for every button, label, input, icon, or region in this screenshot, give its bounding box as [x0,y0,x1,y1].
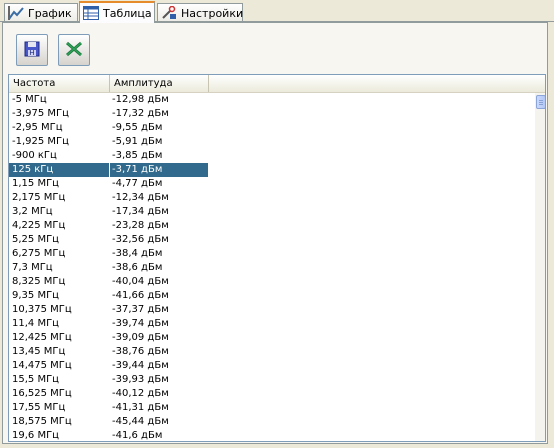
cell-amplitude: -4,77 дБм [112,178,163,189]
table-row[interactable]: 10,375 МГц -37,37 дБм [9,303,534,317]
cell-frequency: -5 МГц [12,94,47,105]
cell-amplitude: -39,93 дБм [112,374,169,385]
table-row[interactable]: 16,525 МГц -40,12 дБм [9,387,534,401]
cell-frequency: -2,95 МГц [12,122,63,133]
cell-amplitude: -17,34 дБм [112,206,169,217]
cell-frequency: 14,475 МГц [12,360,72,371]
cell-amplitude: -39,44 дБм [112,360,169,371]
settings-icon [161,5,177,20]
cell-frequency: 16,525 МГц [12,388,72,399]
cell-frequency: 8,325 МГц [12,276,66,287]
tab-settings[interactable]: Настройки [157,3,243,22]
cell-amplitude: -12,98 дБм [112,94,169,105]
cell-frequency: 2,175 МГц [12,192,66,203]
column-header-amplitude[interactable]: Амплитуда [110,75,209,92]
cell-amplitude: -3,85 дБм [112,150,163,161]
tab-table-label: Таблица [103,6,152,20]
cell-frequency: 1,15 МГц [12,178,59,189]
cell-amplitude: -32,56 дБм [112,234,169,245]
export-excel-button[interactable] [58,34,90,66]
cell-amplitude: -37,37 дБм [112,304,169,315]
cell-frequency: -1,925 МГц [12,136,69,147]
table-row[interactable]: 19,6 МГц -41,6 дБм [9,429,534,441]
cell-frequency: -3,975 МГц [12,108,69,119]
column-header-frequency[interactable]: Частота [9,75,110,92]
table-row[interactable]: -3,975 МГц -17,32 дБм [9,107,534,121]
cell-amplitude: -38,6 дБм [112,262,163,273]
cell-amplitude: -5,91 дБм [112,136,163,147]
chart-icon [8,6,24,20]
cell-amplitude: -12,34 дБм [112,192,169,203]
tab-settings-label: Настройки [181,6,244,20]
save-button[interactable]: H [16,34,48,66]
tab-bar: График Таблица Настройки [0,0,554,23]
table-row[interactable]: 9,35 МГц -41,66 дБм [9,289,534,303]
cell-amplitude: -41,6 дБм [112,430,163,441]
tab-chart[interactable]: График [4,3,78,22]
cell-frequency: 17,55 МГц [12,402,66,413]
table-row[interactable]: 7,3 МГц -38,6 дБм [9,261,534,275]
selection-divider [109,163,110,177]
data-table[interactable]: Частота Амплитуда -5 МГц -12,98 дБм -3,975… [8,74,546,442]
cell-frequency: 7,3 МГц [12,262,53,273]
vertical-scrollbar[interactable] [535,93,545,441]
table-row[interactable]: 18,575 МГц -45,44 дБм [9,415,534,429]
table-row[interactable]: 1,15 МГц -4,77 дБм [9,177,534,191]
cell-amplitude: -39,74 дБм [112,318,169,329]
table-row[interactable]: 6,275 МГц -38,4 дБм [9,247,534,261]
table-icon [83,6,99,20]
table-row[interactable]: 17,55 МГц -41,31 дБм [9,401,534,415]
cell-frequency: -900 кГц [12,150,57,161]
excel-export-icon [65,41,83,60]
cell-amplitude: -45,44 дБм [112,416,169,427]
cell-frequency: 19,6 МГц [12,430,59,441]
scrollbar-thumb[interactable] [536,95,545,109]
cell-frequency: 12,425 МГц [12,332,72,343]
table-row[interactable]: 3,2 МГц -17,34 дБм [9,205,534,219]
cell-amplitude: -17,32 дБм [112,108,169,119]
table-body: -5 МГц -12,98 дБм -3,975 МГц -17,32 дБм -2,9… [9,93,534,441]
table-row[interactable]: 11,4 МГц -39,74 дБм [9,317,534,331]
table-row[interactable]: -900 кГц -3,85 дБм [9,149,534,163]
cell-amplitude: -9,55 дБм [112,122,163,133]
table-row[interactable]: 13,45 МГц -38,76 дБм [9,345,534,359]
cell-amplitude: -39,09 дБм [112,332,169,343]
table-row[interactable]: 2,175 МГц -12,34 дБм [9,191,534,205]
cell-amplitude: -3,71 дБм [112,164,163,175]
svg-text:H: H [29,49,34,57]
table-row[interactable]: 5,25 МГц -32,56 дБм [9,233,534,247]
cell-frequency: 125 кГц [12,164,54,175]
cell-amplitude: -41,31 дБм [112,402,169,413]
cell-frequency: 6,275 МГц [12,248,66,259]
cell-amplitude: -38,76 дБм [112,346,169,357]
table-row[interactable]: 125 кГц -3,71 дБм [9,163,534,177]
table-row[interactable]: -2,95 МГц -9,55 дБм [9,121,534,135]
cell-frequency: 15,5 МГц [12,374,59,385]
table-header: Частота Амплитуда [9,75,545,93]
cell-amplitude: -23,28 дБм [112,220,169,231]
cell-frequency: 5,25 МГц [12,234,59,245]
cell-frequency: 13,45 МГц [12,346,66,357]
cell-amplitude: -41,66 дБм [112,290,169,301]
table-row[interactable]: -1,925 МГц -5,91 дБм [9,135,534,149]
cell-frequency: 9,35 МГц [12,290,59,301]
table-row[interactable]: 15,5 МГц -39,93 дБм [9,373,534,387]
save-floppy-icon: H [24,41,40,60]
table-row[interactable]: 8,325 МГц -40,04 дБм [9,275,534,289]
cell-frequency: 3,2 МГц [12,206,53,217]
cell-frequency: 11,4 МГц [12,318,59,329]
cell-frequency: 10,375 МГц [12,304,72,315]
cell-amplitude: -38,4 дБм [112,248,163,259]
table-row[interactable]: -5 МГц -12,98 дБм [9,93,534,107]
cell-amplitude: -40,04 дБм [112,276,169,287]
cell-frequency: 18,575 МГц [12,416,72,427]
tab-chart-label: График [28,6,72,20]
table-row[interactable]: 14,475 МГц -39,44 дБм [9,359,534,373]
table-row[interactable]: 12,425 МГц -39,09 дБм [9,331,534,345]
cell-frequency: 4,225 МГц [12,220,66,231]
tab-table[interactable]: Таблица [79,1,155,23]
cell-amplitude: -40,12 дБм [112,388,169,399]
table-row[interactable]: 4,225 МГц -23,28 дБм [9,219,534,233]
